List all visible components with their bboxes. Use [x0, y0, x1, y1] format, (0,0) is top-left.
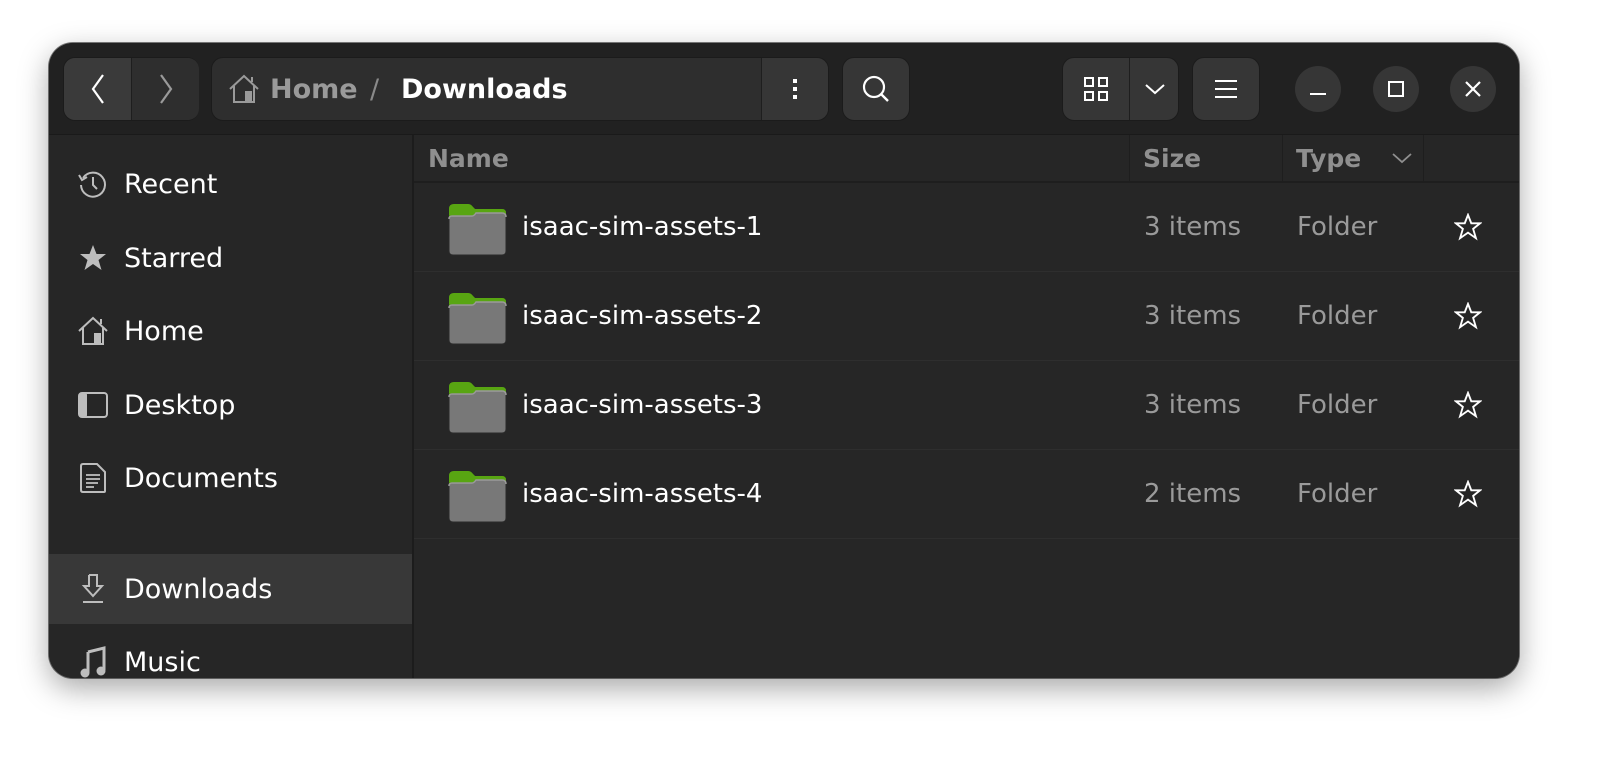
sidebar-item-recent[interactable]: Recent: [49, 149, 412, 219]
file-row[interactable]: isaac-sim-assets-1 3 items Folder: [414, 183, 1519, 272]
sidebar-item-label: Desktop: [124, 389, 236, 421]
column-header-type-label: Type: [1296, 143, 1362, 173]
file-size: 3 items: [1144, 212, 1242, 242]
column-header-size-label: Size: [1143, 143, 1202, 173]
desktop-icon: [77, 389, 109, 421]
star-outline-icon: [1454, 213, 1482, 241]
sidebar-item-label: Documents: [124, 462, 278, 494]
file-name: isaac-sim-assets-3: [522, 390, 763, 420]
file-name: isaac-sim-assets-2: [522, 301, 763, 331]
file-row[interactable]: isaac-sim-assets-2 3 items Folder: [414, 272, 1519, 361]
column-header-type[interactable]: Type: [1296, 135, 1413, 181]
sidebar-item-downloads[interactable]: Downloads: [49, 554, 412, 624]
column-separator: [1423, 135, 1424, 181]
music-note-icon: [77, 646, 109, 678]
chevron-down-icon: [1392, 153, 1412, 164]
star-outline-icon: [1454, 391, 1482, 419]
maximize-icon: [1388, 81, 1404, 97]
file-type: Folder: [1297, 301, 1378, 331]
sidebar-item-label: Downloads: [124, 573, 273, 605]
search-icon: [862, 75, 889, 102]
sidebar-item-home[interactable]: Home: [49, 296, 412, 366]
sidebar-item-music[interactable]: Music: [49, 627, 412, 678]
column-header-name-label: Name: [428, 143, 509, 173]
main-menu-button[interactable]: [1192, 57, 1260, 121]
vertical-dots-icon: [793, 79, 797, 99]
folder-icon: [448, 204, 507, 256]
star-outline-icon: [1454, 302, 1482, 330]
chevron-right-icon: [159, 74, 172, 104]
grid-view-button[interactable]: [1063, 58, 1130, 120]
file-size: 3 items: [1144, 390, 1242, 420]
file-row[interactable]: isaac-sim-assets-3 3 items Folder: [414, 361, 1519, 450]
sidebar-item-starred[interactable]: Starred: [49, 223, 412, 293]
view-options: [1062, 57, 1179, 121]
star-toggle-button[interactable]: [1454, 183, 1482, 271]
document-icon: [77, 462, 109, 494]
column-header-row: Name Size Type: [414, 135, 1519, 183]
sidebar-item-label: Starred: [124, 242, 224, 274]
maximize-button[interactable]: [1373, 66, 1419, 112]
hamburger-menu-icon: [1215, 80, 1237, 98]
sidebar-item-desktop[interactable]: Desktop: [49, 370, 412, 440]
minimize-icon: [1310, 93, 1326, 95]
home-icon: [77, 315, 109, 347]
path-menu-button[interactable]: [761, 58, 828, 120]
forward-button[interactable]: [132, 58, 199, 120]
close-button[interactable]: [1450, 66, 1496, 112]
file-type: Folder: [1297, 479, 1378, 509]
column-separator: [1282, 135, 1283, 181]
home-icon: [229, 74, 259, 103]
file-name: isaac-sim-assets-1: [522, 212, 763, 242]
column-separator: [1129, 135, 1130, 181]
folder-icon: [448, 382, 507, 434]
star-icon: [77, 242, 109, 274]
breadcrumb-separator: /: [370, 73, 380, 105]
breadcrumb-home[interactable]: Home: [228, 58, 358, 120]
file-size: 3 items: [1144, 301, 1242, 331]
sidebar-item-label: Home: [124, 315, 204, 347]
file-type: Folder: [1297, 212, 1378, 242]
folder-icon: [448, 471, 507, 523]
view-dropdown-button[interactable]: [1130, 58, 1180, 120]
sidebar: Recent Starred Home Desktop Documents Do…: [49, 135, 414, 678]
star-toggle-button[interactable]: [1454, 361, 1482, 449]
chevron-down-icon: [1145, 84, 1165, 95]
file-row[interactable]: isaac-sim-assets-4 2 items Folder: [414, 450, 1519, 539]
star-toggle-button[interactable]: [1454, 450, 1482, 538]
file-type: Folder: [1297, 390, 1378, 420]
breadcrumb-current[interactable]: Downloads: [401, 58, 568, 120]
star-toggle-button[interactable]: [1454, 272, 1482, 360]
sidebar-item-label: Music: [124, 646, 201, 678]
grid-view-icon: [1084, 77, 1108, 101]
column-header-size[interactable]: Size: [1143, 135, 1201, 181]
minimize-button[interactable]: [1295, 66, 1341, 112]
column-header-name[interactable]: Name: [428, 135, 509, 181]
sidebar-item-documents[interactable]: Documents: [49, 443, 412, 513]
clock-icon: [77, 168, 109, 200]
search-button[interactable]: [842, 57, 910, 121]
file-manager-window: Home / Downloads Recent Starred Home Des…: [49, 43, 1519, 678]
sidebar-item-label: Recent: [124, 168, 218, 200]
file-size: 2 items: [1144, 479, 1242, 509]
breadcrumb-home-label: Home: [270, 73, 358, 105]
download-icon: [77, 573, 109, 605]
chevron-left-icon: [91, 74, 104, 104]
star-outline-icon: [1454, 480, 1482, 508]
header-bar: Home / Downloads: [49, 43, 1519, 135]
folder-icon: [448, 293, 507, 345]
back-button[interactable]: [64, 58, 131, 120]
file-name: isaac-sim-assets-4: [522, 479, 763, 509]
file-list-view: Name Size Type isaac-sim-assets-1 3 items…: [414, 135, 1519, 678]
navigation-buttons: [63, 57, 199, 121]
path-bar: Home / Downloads: [211, 57, 829, 121]
close-icon: [1465, 81, 1481, 97]
